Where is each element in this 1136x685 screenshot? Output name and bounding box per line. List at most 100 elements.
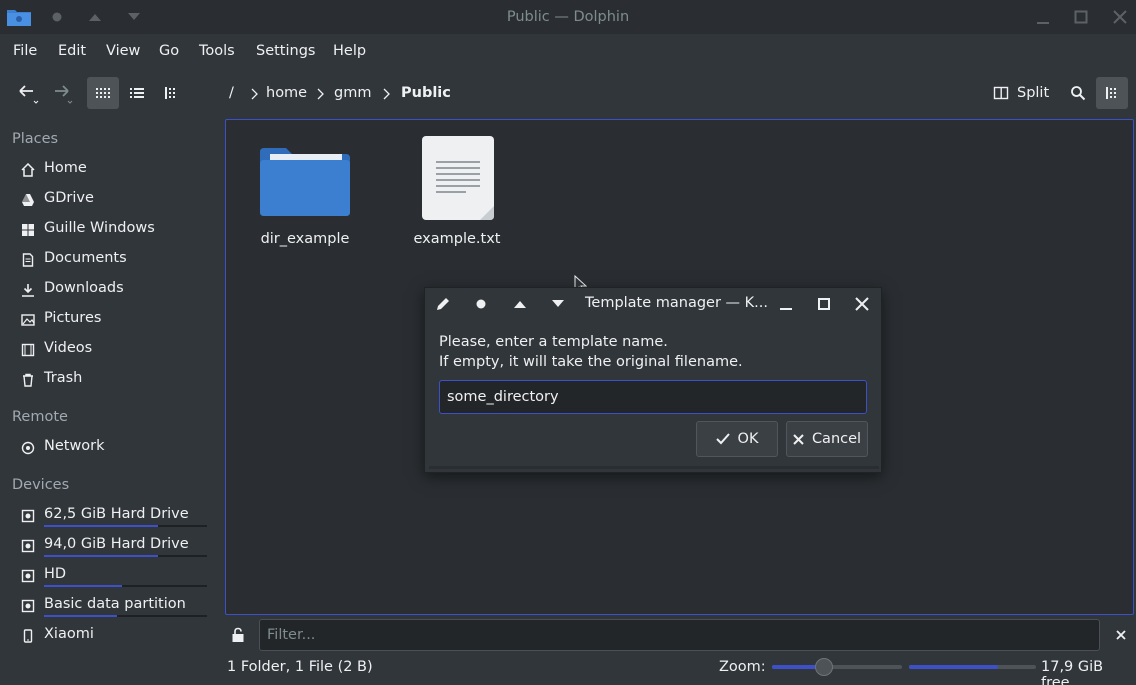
lock-icon[interactable] [229,626,247,644]
zoom-slider-handle[interactable] [815,658,833,676]
dialog-title: Template manager — K... [585,295,768,311]
cancel-button[interactable]: Cancel [786,421,868,457]
dialog-titlebar: Template manager — K... [425,288,881,320]
template-name-input[interactable] [439,380,867,414]
file-name: example.txt [413,231,501,247]
phone-icon [20,628,36,644]
breadcrumb-current[interactable]: Public [401,85,451,101]
sidebar-item-xiaomi[interactable]: Xiaomi [0,620,215,650]
download-icon [20,282,36,298]
sidebar-item-guille-windows[interactable]: Guille Windows [0,214,215,244]
menu-file[interactable]: File [13,43,37,59]
keep-on-all-desktops-icon[interactable] [472,295,490,313]
dialog-hint: If empty, it will take the original file… [439,354,743,370]
places-panel: Places Home GDrive Guille Windows Docume… [0,119,216,649]
cancel-x-icon [793,433,804,445]
breadcrumb-home[interactable]: home [266,85,307,101]
sidebar-item-trash[interactable]: Trash [0,364,215,394]
sidebar-item-drive-94[interactable]: 94,0 GiB Hard Drive [0,530,215,560]
keep-below-icon[interactable] [549,295,567,313]
checkmark-icon [715,433,730,445]
sidebar-item-hd[interactable]: HD [0,560,215,590]
close-filter-icon[interactable] [1112,626,1130,644]
disk-usage-fill [909,665,998,669]
zoom-slider[interactable] [772,658,902,676]
drive-usage-bar [44,525,207,527]
cancel-label: Cancel [811,431,862,447]
trash-icon [20,372,36,388]
menu-view[interactable]: View [106,43,140,59]
split-button[interactable]: Split [993,77,1053,109]
template-name-dialog: Template manager — K... Please, enter a … [424,287,882,473]
ok-label: OK [737,431,759,447]
drive-usage-bar [44,615,207,617]
sidebar-item-drive-62[interactable]: 62,5 GiB Hard Drive [0,500,215,530]
devices-header: Devices [12,477,70,493]
chevron-right-icon [317,88,324,100]
grid-view-icon [96,88,110,98]
control-menu-button[interactable] [1096,77,1128,109]
sidebar-item-videos[interactable]: Videos [0,334,215,364]
menu-settings[interactable]: Settings [256,43,315,59]
search-button[interactable] [1062,77,1094,109]
compact-view-button[interactable] [121,77,153,109]
search-icon [1071,86,1086,101]
dialog-body: Please, enter a template name. If empty,… [429,320,879,469]
details-view-button[interactable] [155,77,187,109]
file-item-text[interactable]: example.txt [406,136,508,248]
minimize-icon[interactable] [1034,9,1052,25]
home-icon [20,162,36,178]
window-titlebar: Public — Dolphin [0,0,1136,34]
close-icon[interactable] [1111,9,1129,25]
close-icon[interactable] [853,295,871,313]
remote-header: Remote [12,409,68,425]
sidebar-item-downloads[interactable]: Downloads [0,274,215,304]
maximize-icon[interactable] [815,295,833,313]
sidebar-item-pictures[interactable]: Pictures [0,304,215,334]
sidebar-item-network[interactable]: Network [0,432,215,462]
icons-view-button[interactable] [87,77,119,109]
ok-button[interactable]: OK [696,421,778,457]
split-view-icon [993,86,1009,100]
drive-usage-bar [44,555,207,557]
file-name: dir_example [260,231,350,247]
chevron-right-icon [251,88,258,100]
sidebar-item-basic-data-partition[interactable]: Basic data partition [0,590,215,620]
window-title: Public — Dolphin [506,9,630,25]
disk-usage-bar [909,665,1036,669]
list-view-icon [130,88,144,98]
forward-button[interactable] [46,77,78,109]
pencil-icon[interactable] [433,295,453,313]
hard-drive-icon [20,538,36,554]
sidebar-item-home[interactable]: Home [0,154,215,184]
keep-above-icon[interactable] [511,295,529,313]
chevron-right-icon [383,88,390,100]
filter-input[interactable] [259,619,1100,651]
tree-view-icon [165,87,175,99]
back-button[interactable] [12,77,44,109]
file-item-folder[interactable]: dir_example [254,138,356,250]
google-drive-icon [20,192,36,208]
hard-drive-icon [20,508,36,524]
sidebar-item-gdrive[interactable]: GDrive [0,184,215,214]
folder-icon [260,148,350,216]
zoom-label: Zoom: [719,659,766,675]
free-space-label: 17,9 GiB free [1041,659,1104,685]
menu-help[interactable]: Help [333,43,366,59]
menu-tools[interactable]: Tools [199,43,235,59]
breadcrumb-root[interactable]: / [229,85,234,101]
sidebar-item-documents[interactable]: Documents [0,244,215,274]
windows-icon [20,222,36,238]
menu-edit[interactable]: Edit [58,43,86,59]
drive-usage-bar [44,585,207,587]
menu-bar: File Edit View Go Tools Settings Help [0,34,1136,68]
minimize-icon[interactable] [777,295,795,313]
forward-arrow-icon [55,85,73,104]
video-icon [20,342,36,358]
text-file-icon [422,136,494,220]
menu-go[interactable]: Go [159,43,179,59]
breadcrumb-gmm[interactable]: gmm [334,85,371,101]
places-header: Places [12,131,59,147]
back-arrow-icon [19,85,39,104]
maximize-icon[interactable] [1072,9,1090,25]
